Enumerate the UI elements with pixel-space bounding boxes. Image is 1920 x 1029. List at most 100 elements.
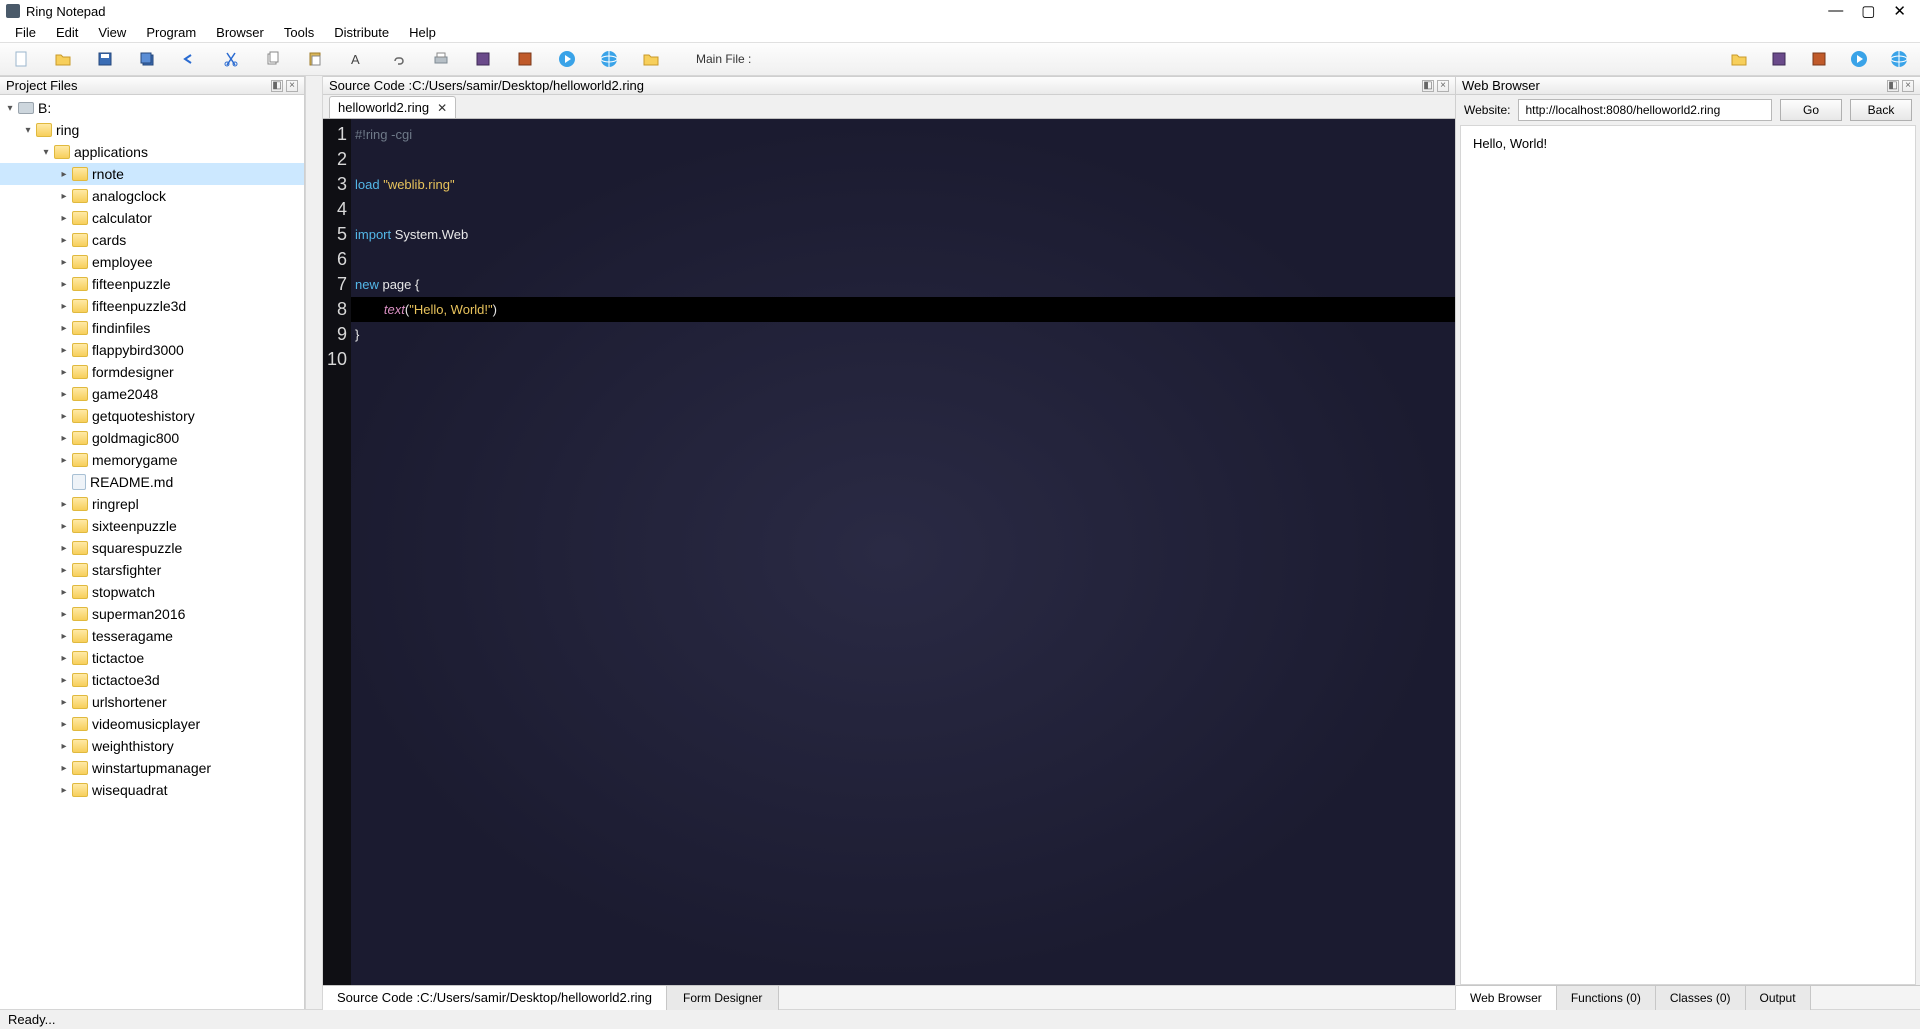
open-folder-icon-r[interactable] xyxy=(1730,50,1748,68)
tree-item[interactable]: ▸fifteenpuzzle3d xyxy=(0,295,304,317)
gutter: 12345678910 xyxy=(323,119,351,985)
browser-bottom-tabstrip: Web Browser Functions (0) Classes (0) Ou… xyxy=(1456,985,1920,1009)
maximize-button[interactable]: ▢ xyxy=(1861,2,1875,20)
project-panel-title: Project Files xyxy=(6,78,78,93)
menu-view[interactable]: View xyxy=(89,23,135,42)
font-icon[interactable]: A xyxy=(348,50,366,68)
tree-item[interactable]: ▸sixteenpuzzle xyxy=(0,515,304,537)
tree-item[interactable]: ▾ring xyxy=(0,119,304,141)
panel-float-icon[interactable]: ◧ xyxy=(271,80,283,92)
menu-file[interactable]: File xyxy=(6,23,45,42)
open-main-icon[interactable] xyxy=(642,50,660,68)
tree-item[interactable]: ▸urlshortener xyxy=(0,691,304,713)
tree-item[interactable]: ▸formdesigner xyxy=(0,361,304,383)
tree-item[interactable]: ▸videomusicplayer xyxy=(0,713,304,735)
code-lines: #!ring -cgi load "weblib.ring" import Sy… xyxy=(351,119,1455,985)
menu-edit[interactable]: Edit xyxy=(47,23,87,42)
link-icon[interactable] xyxy=(390,50,408,68)
go-button[interactable]: Go xyxy=(1780,99,1842,121)
tree-item[interactable]: ▸cards xyxy=(0,229,304,251)
tree-item[interactable]: ▸employee xyxy=(0,251,304,273)
tree-item[interactable]: ▸tesseragame xyxy=(0,625,304,647)
new-file-icon[interactable] xyxy=(12,50,30,68)
paste-icon[interactable] xyxy=(306,50,324,68)
editor-tab[interactable]: helloworld2.ring ✕ xyxy=(329,96,456,118)
menu-program[interactable]: Program xyxy=(137,23,205,42)
minimize-button[interactable]: — xyxy=(1828,2,1843,20)
editor-header-prefix: Source Code : xyxy=(329,78,412,93)
editor-float-icon[interactable]: ◧ xyxy=(1422,80,1434,92)
tree-item[interactable]: ▸goldmagic800 xyxy=(0,427,304,449)
svg-text:A: A xyxy=(351,52,360,67)
tree-item[interactable]: ▸squarespuzzle xyxy=(0,537,304,559)
tab-close-icon[interactable]: ✕ xyxy=(437,101,447,115)
debug-icon-r[interactable] xyxy=(1810,50,1828,68)
form-icon[interactable] xyxy=(474,50,492,68)
bottom-tab-webbrowser[interactable]: Web Browser xyxy=(1456,986,1557,1010)
tree-item[interactable]: ▸findinfiles xyxy=(0,317,304,339)
run-icon-r[interactable] xyxy=(1850,50,1868,68)
title-bar: Ring Notepad — ▢ ✕ xyxy=(0,0,1920,22)
tree-item[interactable]: README.md xyxy=(0,471,304,493)
browser-close-icon[interactable]: × xyxy=(1902,80,1914,92)
tree-item[interactable]: ▸game2048 xyxy=(0,383,304,405)
code-editor[interactable]: 12345678910 #!ring -cgi load "weblib.rin… xyxy=(323,119,1455,985)
panel-close-icon[interactable]: × xyxy=(286,80,298,92)
menu-bar: File Edit View Program Browser Tools Dis… xyxy=(0,22,1920,43)
editor-bottom-tab-source[interactable]: Source Code : C:/Users/samir/Desktop/hel… xyxy=(323,986,667,1010)
browser-toolbar: Website: Go Back xyxy=(1456,95,1920,125)
browser-float-icon[interactable]: ◧ xyxy=(1887,80,1899,92)
tree-item[interactable]: ▸stopwatch xyxy=(0,581,304,603)
menu-help[interactable]: Help xyxy=(400,23,445,42)
menu-distribute[interactable]: Distribute xyxy=(325,23,398,42)
copy-icon[interactable] xyxy=(264,50,282,68)
editor-close-icon[interactable]: × xyxy=(1437,80,1449,92)
menu-tools[interactable]: Tools xyxy=(275,23,323,42)
splitter-left[interactable] xyxy=(305,76,323,1009)
editor-bottom-tab-formdesigner[interactable]: Form Designer xyxy=(667,986,779,1010)
print-icon[interactable] xyxy=(432,50,450,68)
bottom-tab-output[interactable]: Output xyxy=(1746,986,1811,1010)
tree-item[interactable]: ▸analogclock xyxy=(0,185,304,207)
url-input[interactable] xyxy=(1518,99,1772,121)
cut-icon[interactable] xyxy=(222,50,240,68)
tree-item[interactable]: ▸tictactoe3d xyxy=(0,669,304,691)
browser-output-text: Hello, World! xyxy=(1473,136,1547,151)
back-button[interactable]: Back xyxy=(1850,99,1912,121)
tree-item[interactable]: ▸superman2016 xyxy=(0,603,304,625)
run-web-icon[interactable] xyxy=(600,50,618,68)
tree-item[interactable]: ▸calculator xyxy=(0,207,304,229)
tree-item[interactable]: ▸wisequadrat xyxy=(0,779,304,801)
browser-panel: Web Browser ◧ × Website: Go Back Hello, … xyxy=(1455,76,1920,1009)
tree-item[interactable]: ▸starsfighter xyxy=(0,559,304,581)
run-icon[interactable] xyxy=(558,50,576,68)
toolbar: A Main File : xyxy=(0,43,1920,76)
editor-header-path: C:/Users/samir/Desktop/helloworld2.ring xyxy=(412,78,644,93)
tree-item[interactable]: ▸rnote xyxy=(0,163,304,185)
save-all-icon[interactable] xyxy=(138,50,156,68)
tree-item[interactable]: ▸fifteenpuzzle xyxy=(0,273,304,295)
save-icon[interactable] xyxy=(96,50,114,68)
bottom-tab-classes[interactable]: Classes (0) xyxy=(1656,986,1746,1010)
tree-item[interactable]: ▸tictactoe xyxy=(0,647,304,669)
form-icon-r[interactable] xyxy=(1770,50,1788,68)
tree-item[interactable]: ▾applications xyxy=(0,141,304,163)
open-folder-icon[interactable] xyxy=(54,50,72,68)
bottom-tab-functions[interactable]: Functions (0) xyxy=(1557,986,1656,1010)
tree-item[interactable]: ▸flappybird3000 xyxy=(0,339,304,361)
tree-item[interactable]: ▸getquoteshistory xyxy=(0,405,304,427)
menu-browser[interactable]: Browser xyxy=(207,23,273,42)
app-icon xyxy=(6,4,20,18)
tree-item[interactable]: ▾B: xyxy=(0,97,304,119)
debug-icon[interactable] xyxy=(516,50,534,68)
tree-item[interactable]: ▸weighthistory xyxy=(0,735,304,757)
close-button[interactable]: ✕ xyxy=(1893,2,1906,20)
tree-item[interactable]: ▸memorygame xyxy=(0,449,304,471)
tree-item[interactable]: ▸winstartupmanager xyxy=(0,757,304,779)
run-web-icon-r[interactable] xyxy=(1890,50,1908,68)
main-file-label: Main File : xyxy=(696,52,751,66)
browser-content: Hello, World! xyxy=(1460,125,1916,985)
project-tree[interactable]: ▾B:▾ring▾applications▸rnote▸analogclock▸… xyxy=(0,95,304,1009)
tree-item[interactable]: ▸ringrepl xyxy=(0,493,304,515)
undo-icon[interactable] xyxy=(180,50,198,68)
